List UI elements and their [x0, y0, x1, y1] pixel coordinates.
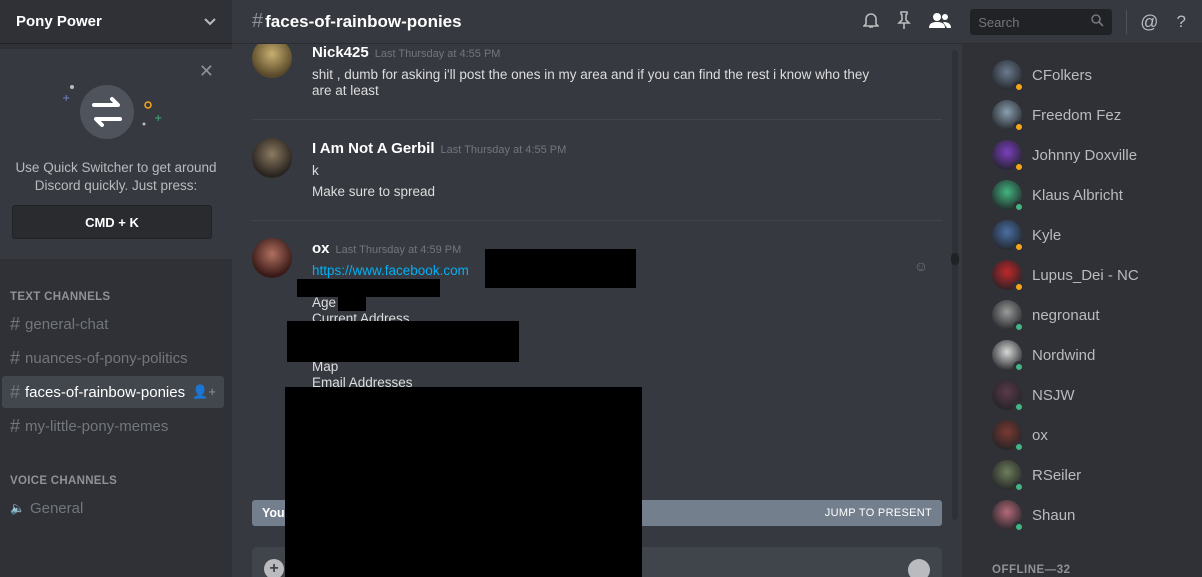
search-input[interactable]: Search — [970, 9, 1113, 35]
server-header[interactable]: Pony Power — [0, 0, 232, 44]
message-author[interactable]: Nick425 Last Thursday at 4:55 PM — [312, 44, 500, 61]
avatar — [992, 60, 1025, 93]
add-user-icon[interactable]: 👤+ — [192, 384, 216, 400]
avatar — [992, 300, 1025, 333]
status-indicator — [1013, 481, 1025, 493]
member-item[interactable]: Freedom Fez — [992, 97, 1121, 133]
scrollbar-track[interactable] — [952, 50, 958, 520]
avatar — [992, 220, 1025, 253]
channel-title: # faces-of-rainbow-ponies — [252, 10, 462, 32]
avatar — [992, 460, 1025, 493]
search-icon — [1091, 14, 1104, 30]
server-name: Pony Power — [16, 13, 102, 30]
message-divider — [252, 119, 942, 120]
quick-switcher-text: Use Quick Switcher to get around Discord… — [15, 160, 217, 193]
member-item[interactable]: Kyle — [992, 217, 1061, 253]
avatar — [992, 380, 1025, 413]
status-indicator — [1013, 521, 1025, 533]
status-indicator — [1013, 121, 1025, 133]
quick-switcher-shortcut[interactable]: CMD + K — [12, 205, 212, 239]
redaction-box — [287, 321, 519, 362]
avatar — [992, 420, 1025, 453]
svg-text:+: + — [154, 113, 162, 124]
avatar — [992, 180, 1025, 213]
hash-icon: # — [10, 347, 21, 368]
emoji-icon[interactable] — [908, 559, 930, 577]
hash-icon: # — [10, 313, 21, 334]
channel-my-little-pony-memes[interactable]: # my-little-pony-memes — [2, 410, 224, 442]
avatar — [992, 140, 1025, 173]
avatar — [992, 100, 1025, 133]
status-indicator — [1013, 81, 1025, 93]
svg-text:+: + — [62, 93, 70, 104]
help-icon[interactable]: ? — [1177, 12, 1186, 32]
redaction-box — [285, 387, 642, 577]
scrollbar-thumb[interactable] — [951, 253, 959, 265]
avatar[interactable] — [252, 138, 292, 178]
member-item[interactable]: CFolkers — [992, 57, 1092, 93]
channel-nuances-of-pony-politics[interactable]: # nuances-of-pony-politics — [2, 342, 224, 374]
offline-category: OFFLINE—32 — [992, 564, 1071, 576]
quick-switcher-tip: ✕ + + Use Quick Switcher to get around D… — [0, 49, 232, 259]
channel-sidebar: Pony Power ✕ + + Use Quick Switcher to g… — [0, 0, 232, 577]
status-indicator — [1013, 281, 1025, 293]
chevron-down-icon — [204, 13, 216, 30]
toolbar-divider — [1126, 10, 1128, 34]
voice-channels-category[interactable]: VOICE CHANNELS — [10, 475, 117, 487]
bell-icon[interactable] — [862, 11, 881, 34]
hash-icon: # — [10, 415, 21, 436]
status-indicator — [1013, 241, 1025, 253]
avatar — [992, 500, 1025, 533]
status-indicator — [1013, 361, 1025, 373]
message-list: Nick425 Last Thursday at 4:55 PM shit , d… — [232, 44, 962, 577]
pin-icon[interactable] — [897, 10, 912, 34]
speaker-icon: 🔈 — [10, 501, 25, 515]
avatar — [992, 260, 1025, 293]
upload-plus-icon[interactable]: + — [264, 559, 284, 577]
avatar[interactable] — [252, 44, 292, 78]
channel-faces-of-rainbow-ponies[interactable]: # faces-of-rainbow-ponies 👤+ — [2, 376, 224, 408]
member-item[interactable]: Shaun — [992, 497, 1075, 533]
member-item[interactable]: Nordwind — [992, 337, 1095, 373]
status-indicator — [1013, 401, 1025, 413]
status-indicator — [1013, 321, 1025, 333]
members-icon[interactable] — [929, 12, 952, 33]
jump-to-present-button[interactable]: JUMP TO PRESENT — [825, 507, 932, 519]
redaction-box — [338, 295, 366, 311]
status-indicator — [1013, 441, 1025, 453]
avatar — [992, 340, 1025, 373]
member-item[interactable]: Klaus Albricht — [992, 177, 1123, 213]
message-author[interactable]: ox Last Thursday at 4:59 PM — [312, 240, 461, 257]
redaction-box — [485, 249, 636, 288]
message-author[interactable]: I Am Not A Gerbil Last Thursday at 4:55 P… — [312, 140, 566, 157]
hash-icon: # — [252, 10, 264, 32]
channel-header: # faces-of-rainbow-ponies Search @ ? — [232, 0, 1202, 44]
add-reaction-icon[interactable]: ☺ — [914, 258, 928, 274]
hash-icon: # — [10, 381, 21, 402]
redaction-box — [297, 279, 440, 297]
member-item[interactable]: Johnny Doxville — [992, 137, 1137, 173]
member-item[interactable]: NSJW — [992, 377, 1075, 413]
member-list: CFolkers Freedom Fez Johnny Doxville Kla… — [962, 44, 1202, 577]
switch-arrows-icon: + + — [62, 77, 162, 157]
message-divider — [252, 220, 942, 221]
voice-channel-general[interactable]: 🔈 General — [2, 492, 224, 524]
member-item[interactable]: ox — [992, 417, 1048, 453]
close-icon[interactable]: ✕ — [199, 61, 214, 82]
member-item[interactable]: negronaut — [992, 297, 1100, 333]
channel-general-chat[interactable]: # general-chat — [2, 308, 224, 340]
member-item[interactable]: RSeiler — [992, 457, 1081, 493]
status-indicator — [1013, 201, 1025, 213]
mention-icon[interactable]: @ — [1140, 12, 1158, 33]
status-indicator — [1013, 161, 1025, 173]
avatar[interactable] — [252, 238, 292, 278]
member-item[interactable]: Lupus_Dei - NC — [992, 257, 1139, 293]
text-channels-category[interactable]: TEXT CHANNELS — [10, 291, 110, 303]
